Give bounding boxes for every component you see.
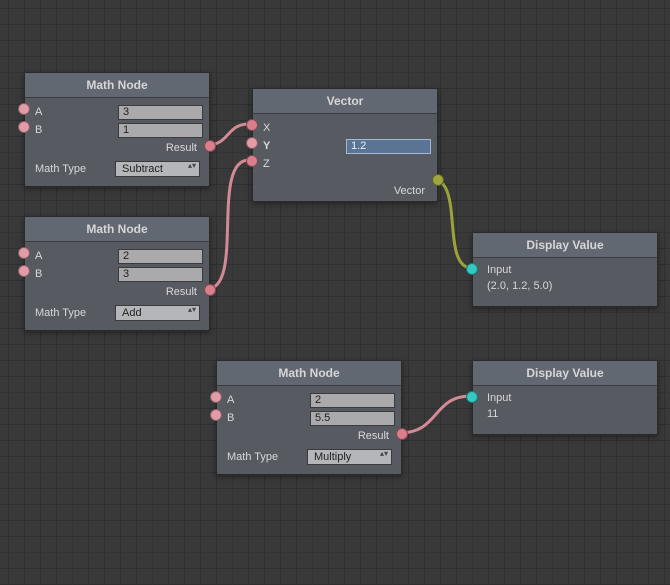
input-b-label: B xyxy=(35,124,55,136)
display-value-node-2[interactable]: Display Value Input 11 xyxy=(472,360,658,435)
vector-node[interactable]: Vector X Y 1.2 Z Vector xyxy=(252,88,438,202)
math-type-value: Add xyxy=(122,307,142,319)
input-a-field[interactable]: 2 xyxy=(310,393,395,408)
math-node-1[interactable]: Math Node A 3 B 1 Result Math Type Subtr… xyxy=(24,72,210,187)
dropdown-arrows-icon: ▴▾ xyxy=(188,307,196,313)
port-a-in[interactable] xyxy=(18,247,30,259)
input-b-label: B xyxy=(227,412,247,424)
input-b-field[interactable]: 1 xyxy=(118,123,203,138)
display-value: (2.0, 1.2, 5.0) xyxy=(487,276,647,292)
math-node-2[interactable]: Math Node A 2 B 3 Result Math Type Add ▴… xyxy=(24,216,210,331)
port-b-in[interactable] xyxy=(210,409,222,421)
math-type-label: Math Type xyxy=(227,451,307,463)
input-z-label: Z xyxy=(263,158,283,170)
vector-output-label: Vector xyxy=(253,181,437,201)
dropdown-arrows-icon: ▴▾ xyxy=(380,451,388,457)
port-b-in[interactable] xyxy=(18,121,30,133)
port-input-in[interactable] xyxy=(466,263,478,275)
node-title[interactable]: Display Value xyxy=(473,233,657,258)
input-a-field[interactable]: 3 xyxy=(118,105,203,120)
math-type-value: Multiply xyxy=(314,451,351,463)
port-result-out[interactable] xyxy=(204,284,216,296)
input-label: Input xyxy=(487,264,647,276)
input-b-field[interactable]: 3 xyxy=(118,267,203,282)
result-label: Result xyxy=(227,427,395,444)
math-type-select[interactable]: Subtract ▴▾ xyxy=(115,161,200,177)
port-input-in[interactable] xyxy=(466,391,478,403)
input-b-field[interactable]: 5.5 xyxy=(310,411,395,426)
display-value-node-1[interactable]: Display Value Input (2.0, 1.2, 5.0) xyxy=(472,232,658,307)
node-title[interactable]: Math Node xyxy=(25,217,209,242)
port-b-in[interactable] xyxy=(18,265,30,277)
port-result-out[interactable] xyxy=(396,428,408,440)
port-y-in[interactable] xyxy=(246,137,258,149)
math-type-select[interactable]: Add ▴▾ xyxy=(115,305,200,321)
math-type-select[interactable]: Multiply ▴▾ xyxy=(307,449,392,465)
input-a-label: A xyxy=(35,250,55,262)
input-y-field[interactable]: 1.2 xyxy=(346,139,431,154)
port-z-in[interactable] xyxy=(246,155,258,167)
input-a-label: A xyxy=(227,394,247,406)
node-title[interactable]: Vector xyxy=(253,89,437,114)
port-x-in[interactable] xyxy=(246,119,258,131)
math-type-value: Subtract xyxy=(122,163,163,175)
port-vector-out[interactable] xyxy=(432,174,444,186)
node-title[interactable]: Math Node xyxy=(25,73,209,98)
port-result-out[interactable] xyxy=(204,140,216,152)
node-title[interactable]: Display Value xyxy=(473,361,657,386)
port-a-in[interactable] xyxy=(210,391,222,403)
input-b-label: B xyxy=(35,268,55,280)
input-a-label: A xyxy=(35,106,55,118)
dropdown-arrows-icon: ▴▾ xyxy=(188,163,196,169)
port-a-in[interactable] xyxy=(18,103,30,115)
math-type-label: Math Type xyxy=(35,163,115,175)
input-label: Input xyxy=(487,392,647,404)
input-y-label: Y xyxy=(263,140,283,152)
math-node-3[interactable]: Math Node A 2 B 5.5 Result Math Type Mul… xyxy=(216,360,402,475)
node-title[interactable]: Math Node xyxy=(217,361,401,386)
input-x-label: X xyxy=(263,122,283,134)
display-value: 11 xyxy=(487,404,647,420)
result-label: Result xyxy=(35,283,203,300)
input-a-field[interactable]: 2 xyxy=(118,249,203,264)
result-label: Result xyxy=(35,139,203,156)
math-type-label: Math Type xyxy=(35,307,115,319)
